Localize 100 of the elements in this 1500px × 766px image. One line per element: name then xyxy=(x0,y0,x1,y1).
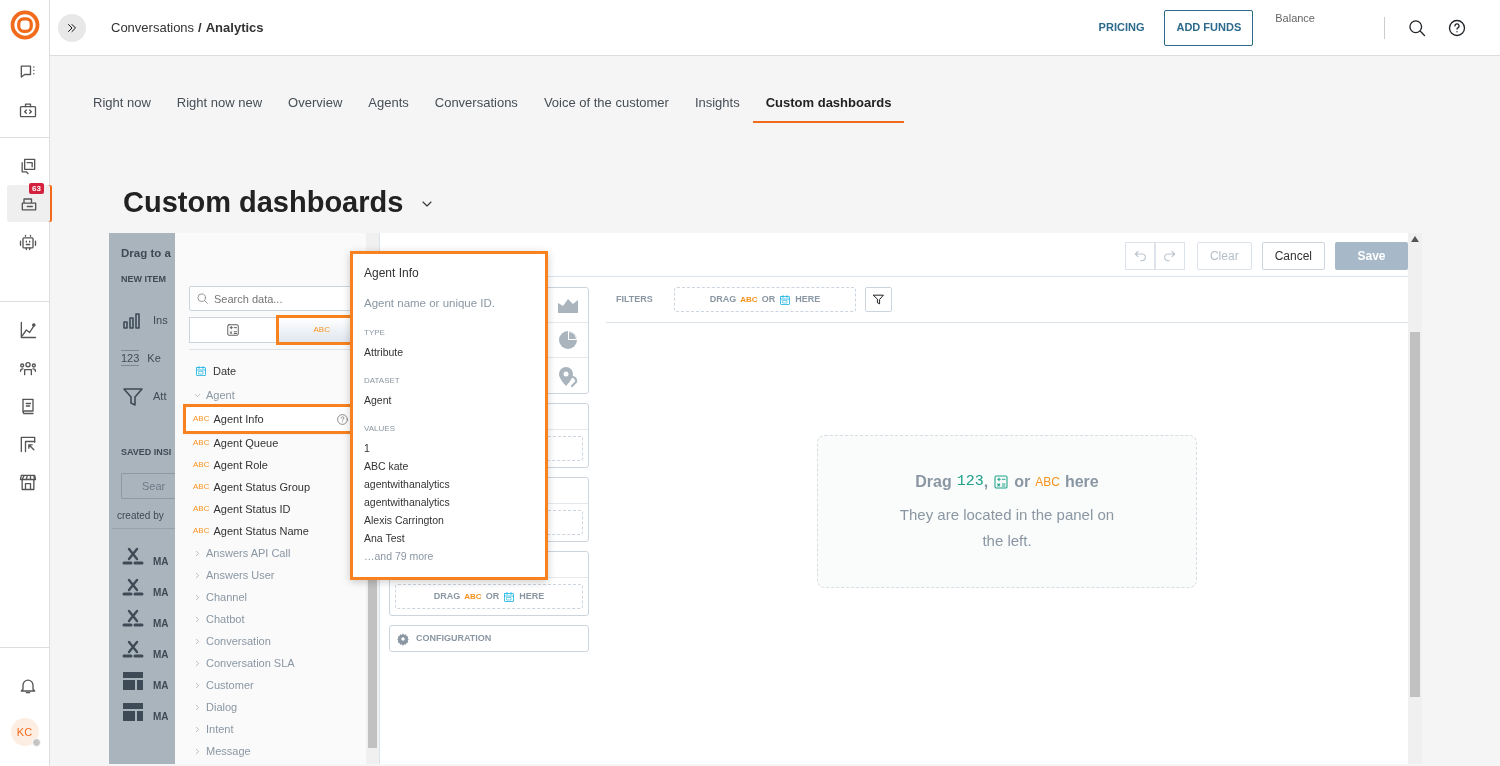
tooltip-description: Agent name or unique ID. xyxy=(364,296,497,312)
drop-zone[interactable]: DRAG ABC OR HERE xyxy=(674,287,856,313)
tab[interactable]: Insights xyxy=(681,83,753,123)
tooltip-heading: DATASET xyxy=(364,374,401,387)
field-label: Agent Status Name xyxy=(213,524,309,540)
line-chart-icon xyxy=(18,319,38,340)
cancel-button[interactable]: Cancel xyxy=(1261,241,1325,270)
field-label: Agent Role xyxy=(213,458,268,474)
field-label: Agent Info xyxy=(213,412,264,428)
breadcrumb-link[interactable]: Conversations xyxy=(111,17,195,38)
section-label: SAVED INSI xyxy=(121,445,173,459)
filter-button[interactable] xyxy=(865,287,892,313)
group-label: Customer xyxy=(206,678,254,694)
field-group[interactable]: Customer xyxy=(189,674,366,697)
pricing-link[interactable]: PRICING xyxy=(1092,18,1151,37)
logo-icon xyxy=(9,10,40,40)
attribute-tag: ABC xyxy=(464,590,482,603)
tab[interactable]: Right now new xyxy=(163,83,276,123)
group-label: Message xyxy=(206,744,251,760)
field-group[interactable]: Intent xyxy=(189,718,366,741)
field-group[interactable]: Conversation SLA xyxy=(189,652,366,675)
attribute-tag: ABC xyxy=(193,413,210,426)
gear-icon xyxy=(396,631,410,646)
scrollbar-thumb[interactable] xyxy=(1410,332,1420,698)
type-toggle[interactable] xyxy=(189,317,278,344)
item-label: Ke xyxy=(147,351,161,367)
field-group[interactable]: Dialog xyxy=(189,696,366,719)
group-label: Channel xyxy=(206,590,247,606)
field-item[interactable]: ABC Agent Status Group xyxy=(189,476,351,499)
drop-area[interactable]: Drag 123, or ABC here They are located in the panel on the left. xyxy=(817,435,1197,589)
breadcrumb-separator: / xyxy=(198,18,202,37)
field-group[interactable]: Channel xyxy=(189,586,366,609)
drop-zone[interactable]: DRAG ABC OR HERE xyxy=(395,584,583,610)
tab[interactable]: Conversations xyxy=(421,83,531,123)
add-funds-button[interactable]: ADD FUNDS xyxy=(1164,9,1254,46)
field-group[interactable]: Chatbot xyxy=(189,608,366,631)
count-badge: 63 xyxy=(29,183,44,194)
search-icon xyxy=(1407,18,1427,39)
tooltip-value: agentwithanalytics xyxy=(364,476,451,492)
empty-hint: They are located in the panel on the left. xyxy=(898,504,1116,551)
page-title: Custom dashboards xyxy=(123,184,404,220)
attribute-tag: ABC xyxy=(193,503,210,516)
tab[interactable]: Agents xyxy=(355,83,422,123)
tab[interactable]: Overview xyxy=(275,83,356,123)
drop-text: DRAG xyxy=(433,590,461,604)
group-label: Intent xyxy=(206,722,234,738)
help-icon xyxy=(336,412,349,426)
item-label: MA xyxy=(153,616,169,631)
tab[interactable]: Right now xyxy=(80,83,164,123)
metric-tag: 123 xyxy=(956,470,984,494)
drop-text: HERE xyxy=(795,293,821,307)
attribute-tag: ABC xyxy=(1035,472,1060,491)
field-label: Agent Queue xyxy=(213,436,279,452)
item-label: MA xyxy=(153,585,169,600)
tooltip-value: 1 xyxy=(364,440,371,456)
field-label: Agent Status ID xyxy=(213,502,291,518)
panel-title: Drag to a xyxy=(121,246,172,262)
attribute-tag: ABC xyxy=(193,525,210,538)
field-group[interactable]: Conversation xyxy=(189,630,366,653)
group-label: Chatbot xyxy=(206,612,245,628)
field-group[interactable]: Answers API Call xyxy=(189,542,366,565)
expand-button[interactable] xyxy=(58,13,86,42)
field-item[interactable]: Date xyxy=(191,360,366,383)
tooltip-value: Attribute xyxy=(364,344,405,360)
breadcrumb-current: Analytics xyxy=(205,18,264,37)
funnel-icon xyxy=(872,293,885,307)
user-avatar[interactable]: KC xyxy=(10,718,39,746)
attribute-tag: ABC xyxy=(193,437,210,450)
field-item[interactable]: ABC Agent Queue xyxy=(189,432,351,455)
drop-text: HERE xyxy=(519,590,545,604)
status-dot xyxy=(31,738,41,747)
group-label: Answers User xyxy=(206,568,275,584)
tooltip-heading: VALUES xyxy=(364,422,396,435)
tab[interactable]: Custom dashboards xyxy=(752,83,905,123)
item-label: MA xyxy=(153,709,169,724)
rail-button[interactable]: 63 xyxy=(7,185,50,222)
more-values: …and 79 more xyxy=(364,548,435,564)
attribute-tag: ABC xyxy=(193,459,210,472)
item-label: MA xyxy=(153,678,169,693)
field-group[interactable]: Message xyxy=(189,740,366,763)
field-label: Agent Status Group xyxy=(213,480,311,496)
calculator-icon xyxy=(993,473,1010,490)
search-field[interactable]: Sear xyxy=(121,473,175,500)
section-label: NEW ITEM xyxy=(121,272,167,286)
group-label: Conversation SLA xyxy=(206,656,295,672)
field-group[interactable]: Answers User xyxy=(189,564,366,587)
calendar-icon xyxy=(503,590,516,603)
tab[interactable]: Voice of the customer xyxy=(530,83,682,123)
tooltip-value: Agent xyxy=(364,392,393,408)
field-item[interactable]: ABC Agent Status ID xyxy=(189,498,351,521)
field-item[interactable]: ABC Agent Role xyxy=(189,454,351,477)
group-label: Agent xyxy=(206,388,235,404)
search-icon xyxy=(196,292,209,306)
calculator-icon xyxy=(226,323,241,338)
tooltip-title: Agent Info xyxy=(364,265,420,283)
field-item[interactable]: ABC Agent Status Name xyxy=(189,520,351,543)
balance-label: Balance xyxy=(1275,10,1315,26)
tooltip-value: agentwithanalytics xyxy=(364,494,451,510)
configuration-section[interactable]: CONFIGURATION xyxy=(389,625,589,653)
drop-text: OR xyxy=(485,590,500,604)
